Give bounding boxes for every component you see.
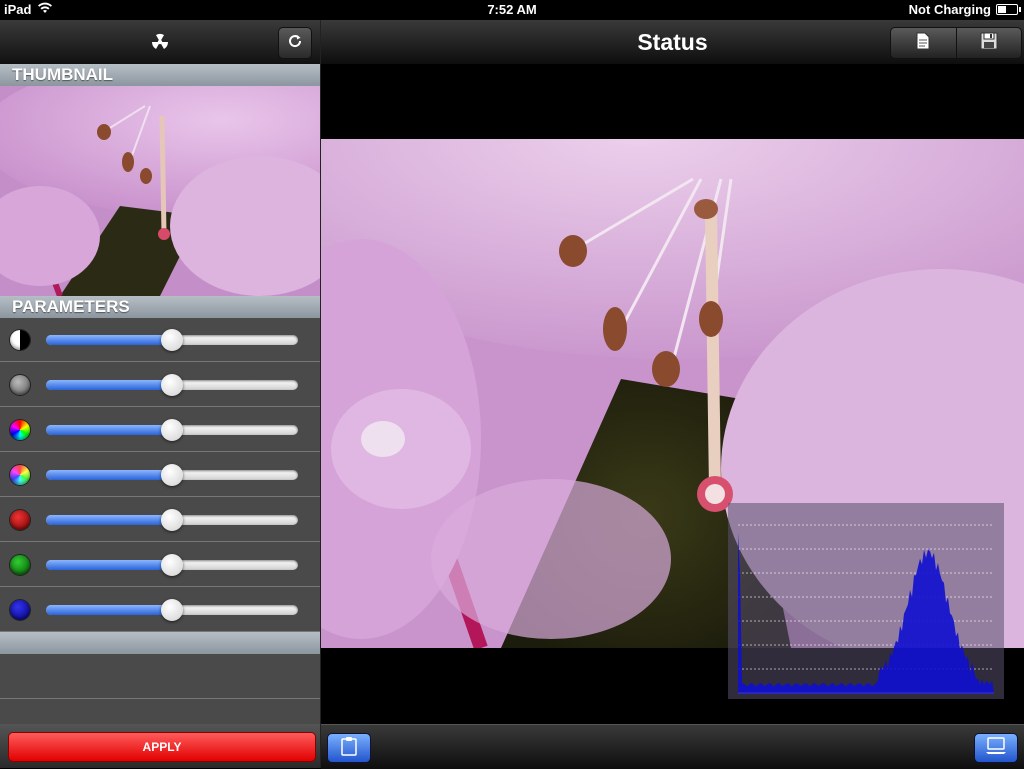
status-bar: iPad 7:52 AM Not Charging [0,0,1024,20]
computer-icon [985,736,1007,760]
clipboard-icon [341,736,357,761]
parameter-row [0,498,320,542]
left-bottom-toolbar: APPLY [0,724,320,768]
parameter-slider[interactable] [46,419,298,441]
blue-channel-icon [10,600,30,620]
clipboard-button[interactable] [327,733,371,763]
parameter-row [0,318,320,362]
right-bottom-toolbar [321,724,1024,769]
battery-status: Not Charging [908,2,991,17]
contrast-icon [10,330,30,350]
document-icon [916,32,930,55]
green-channel-icon [10,555,30,575]
parameter-row [0,363,320,407]
slider-thumb[interactable] [161,554,183,576]
thumbnail-header: THUMBNAIL [0,64,320,86]
parameter-slider[interactable] [46,599,298,621]
left-toolbar [0,20,320,65]
clock: 7:52 AM [487,2,537,17]
right-toolbar: Status [321,20,1024,65]
slider-thumb[interactable] [161,419,183,441]
slider-thumb[interactable] [161,509,183,531]
parameter-row [0,453,320,497]
parameter-slider[interactable] [46,554,298,576]
histogram-chart [728,503,1004,699]
document-actions [890,27,1022,59]
parameter-slider[interactable] [46,374,298,396]
slider-thumb[interactable] [161,374,183,396]
section-footer [0,632,320,654]
refresh-icon [287,33,303,54]
brightness-icon [10,375,30,395]
battery-icon [996,4,1021,15]
empty-row [0,654,320,699]
parameter-row [0,588,320,632]
computer-button[interactable] [974,733,1018,763]
save-button[interactable] [957,28,1022,58]
parameter-slider[interactable] [46,464,298,486]
left-panel: THUMBNAIL PARAMETERS APPLY [0,20,321,768]
save-icon [980,32,998,55]
thumbnail-image [0,86,320,296]
slider-thumb[interactable] [161,329,183,351]
radiation-icon[interactable] [148,30,172,59]
slider-thumb[interactable] [161,599,183,621]
parameter-row [0,408,320,452]
document-button[interactable] [891,28,957,58]
parameter-slider[interactable] [46,329,298,351]
red-channel-icon [10,510,30,530]
parameters-header: PARAMETERS [0,296,320,318]
apply-button[interactable]: APPLY [8,732,316,762]
saturation-icon [10,465,30,485]
right-panel: Status [321,20,1024,769]
refresh-button[interactable] [278,27,312,59]
parameter-row [0,543,320,587]
parameter-slider[interactable] [46,509,298,531]
slider-thumb[interactable] [161,464,183,486]
hue-icon [10,420,30,440]
